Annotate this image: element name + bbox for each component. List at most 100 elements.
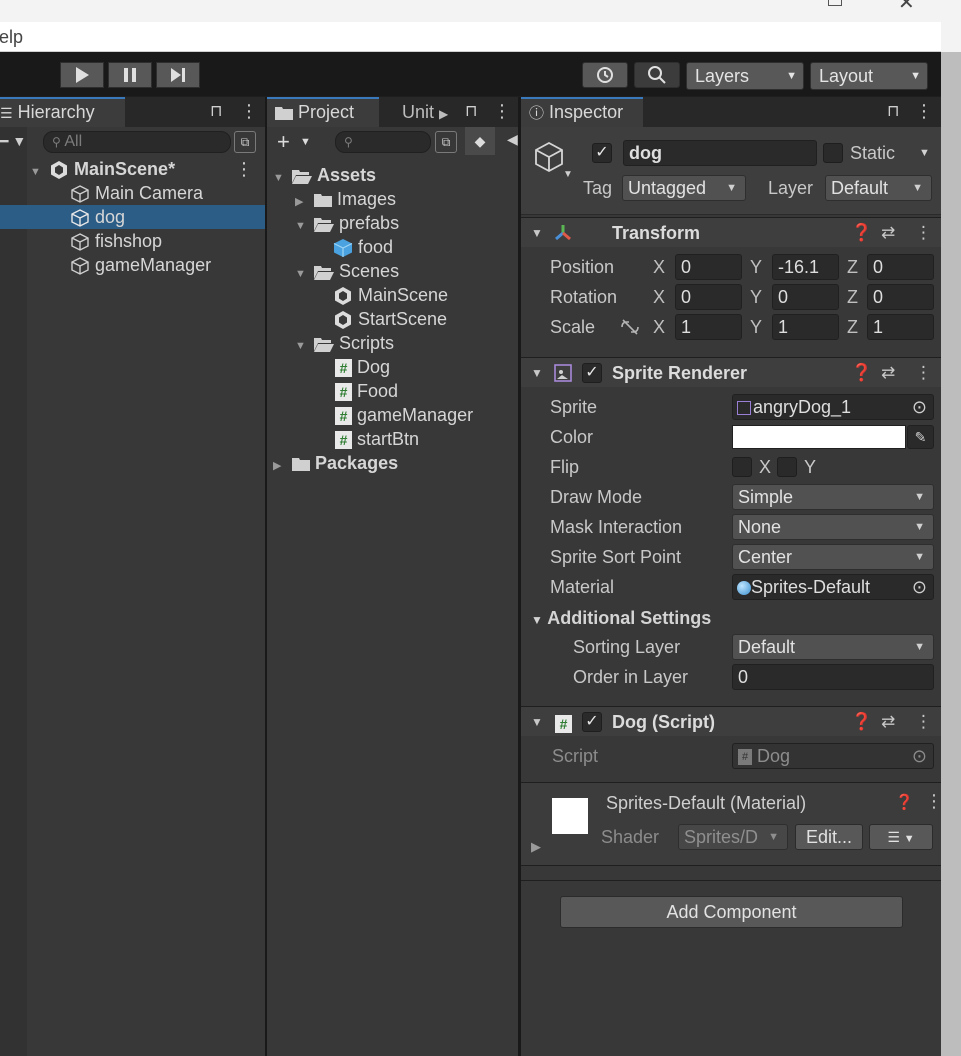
project-folder-assets[interactable]: ▼ Assets xyxy=(273,163,376,187)
expand-triangle-icon[interactable]: ▼ xyxy=(295,334,309,358)
object-picker-icon[interactable]: ⊙ xyxy=(912,575,927,599)
lock-icon[interactable]: ⊓ xyxy=(465,101,477,121)
position-z-field[interactable]: 0 xyxy=(867,254,934,280)
tag-dropdown[interactable]: Untagged ▼ xyxy=(622,175,746,201)
eyedropper-button[interactable]: ✎ xyxy=(907,425,934,449)
scene-row[interactable]: ▼ MainScene* ⋮ xyxy=(30,157,265,181)
more-icon[interactable]: ⋮ xyxy=(915,363,932,383)
scene-more-icon[interactable]: ⋮ xyxy=(235,157,253,181)
fold-triangle-icon[interactable]: ▼ xyxy=(531,223,543,243)
position-x-field[interactable]: 0 xyxy=(675,254,742,280)
hierarchy-item-dog[interactable]: dog xyxy=(0,205,265,229)
chevron-left-icon[interactable]: ◀ xyxy=(507,131,518,148)
dog-script-header[interactable]: ▼ # ✓ Dog (Script) ❓ ⇄ ⋮ xyxy=(521,706,941,736)
sprite-sort-point-dropdown[interactable]: Center ▼ xyxy=(732,544,934,570)
project-folder-images[interactable]: ▶ Images xyxy=(295,187,396,211)
fold-triangle-icon[interactable]: ▼ xyxy=(531,363,543,383)
static-checkbox[interactable] xyxy=(823,143,843,163)
add-component-button[interactable]: Add Component xyxy=(560,896,903,928)
hierarchy-item-main-camera[interactable]: Main Camera xyxy=(0,181,265,205)
pause-button[interactable] xyxy=(108,62,152,88)
layers-dropdown[interactable]: Layers ▼ xyxy=(686,62,804,90)
shader-edit-button[interactable]: Edit... xyxy=(795,824,863,850)
transform-header[interactable]: ▼ Transform ❓ ⇄ ⋮ xyxy=(521,217,941,247)
menu-item-help[interactable]: elp xyxy=(0,22,23,52)
flip-x-checkbox[interactable] xyxy=(732,457,752,477)
project-folder-prefabs[interactable]: ▼ prefabs xyxy=(295,211,399,235)
more-icon[interactable]: ⋮ xyxy=(915,223,932,243)
rotation-x-field[interactable]: 0 xyxy=(675,284,742,310)
project-folder-packages[interactable]: ▶ Packages xyxy=(273,451,398,475)
shader-options-button[interactable]: ☰ ▼ xyxy=(869,824,933,850)
sprite-field[interactable]: angryDog_1 ⊙ xyxy=(732,394,934,420)
object-name-field[interactable]: dog xyxy=(623,140,817,166)
maximize-icon[interactable] xyxy=(828,0,842,6)
mask-interaction-dropdown[interactable]: None ▼ xyxy=(732,514,934,540)
help-icon[interactable]: ❓ xyxy=(851,363,872,383)
hierarchy-item-fishshop[interactable]: fishshop xyxy=(0,229,265,253)
preset-icon[interactable]: ⇄ xyxy=(881,712,895,732)
chevron-down-icon[interactable]: ▼ xyxy=(300,136,311,148)
dog-script-enabled-checkbox[interactable]: ✓ xyxy=(582,712,602,732)
filter-type-button[interactable]: ◆ xyxy=(465,127,495,155)
help-icon[interactable]: ❓ xyxy=(851,223,872,243)
close-icon[interactable]: ✕ xyxy=(898,0,915,15)
sorting-layer-dropdown[interactable]: Default ▼ xyxy=(732,634,934,660)
expand-triangle-icon[interactable]: ▼ xyxy=(295,262,309,286)
more-icon[interactable]: ⋮ xyxy=(925,791,943,812)
color-swatch[interactable] xyxy=(732,425,906,449)
order-in-layer-field[interactable]: 0 xyxy=(732,664,934,690)
scale-y-field[interactable]: 1 xyxy=(772,314,839,340)
project-script-dog[interactable]: # Dog xyxy=(335,355,390,379)
project-script-food[interactable]: # Food xyxy=(335,379,398,403)
step-button[interactable] xyxy=(156,62,200,88)
project-asset-startscene[interactable]: StartScene xyxy=(333,307,447,331)
project-asset-food[interactable]: food xyxy=(333,235,393,259)
flip-y-checkbox[interactable] xyxy=(777,457,797,477)
preset-icon[interactable]: ⇄ xyxy=(881,223,895,243)
material-field[interactable]: Sprites-Default ⊙ xyxy=(732,574,934,600)
more-icon[interactable]: ⋮ xyxy=(493,101,511,122)
project-folder-scripts[interactable]: ▼ Scripts xyxy=(295,331,394,355)
help-icon[interactable]: ❓ xyxy=(851,712,872,732)
history-button[interactable] xyxy=(582,62,628,88)
tab-inspector[interactable]: ⓘ Inspector xyxy=(521,97,643,127)
fold-triangle-icon[interactable]: ▼ xyxy=(531,712,543,732)
project-script-startbtn[interactable]: # startBtn xyxy=(335,427,419,451)
tab-project[interactable]: Project xyxy=(267,97,379,127)
more-icon[interactable]: ⋮ xyxy=(915,101,933,122)
expand-triangle-icon[interactable]: ▼ xyxy=(295,214,309,238)
more-icon[interactable]: ⋮ xyxy=(915,712,932,732)
object-active-checkbox[interactable]: ✓ xyxy=(592,143,612,163)
expand-triangle-icon[interactable]: ▼ xyxy=(273,166,287,190)
search-mode-button[interactable]: ⧉ xyxy=(435,131,457,153)
position-y-field[interactable]: -16.1 xyxy=(772,254,839,280)
preset-icon[interactable]: ⇄ xyxy=(881,363,895,383)
layer-dropdown[interactable]: Default ▼ xyxy=(825,175,932,201)
project-folder-scenes[interactable]: ▼ Scenes xyxy=(295,259,399,283)
tab-unity[interactable]: Unit ▶ xyxy=(394,97,464,127)
play-button[interactable] xyxy=(60,62,104,88)
layout-dropdown[interactable]: Layout ▼ xyxy=(810,62,928,90)
expand-triangle-icon[interactable]: ▶ xyxy=(273,454,287,478)
add-asset-button[interactable]: + xyxy=(277,129,290,155)
project-asset-mainscene[interactable]: MainScene xyxy=(333,283,448,307)
icon-chevron-down-icon[interactable]: ▼ xyxy=(563,169,573,180)
scale-x-field[interactable]: 1 xyxy=(675,314,742,340)
sprite-renderer-header[interactable]: ▼ ✓ Sprite Renderer ❓ ⇄ ⋮ xyxy=(521,357,941,387)
draw-mode-dropdown[interactable]: Simple ▼ xyxy=(732,484,934,510)
shader-dropdown[interactable]: Sprites/D ▼ xyxy=(678,824,788,850)
static-chevron-down-icon[interactable]: ▼ xyxy=(919,147,930,159)
search-button[interactable] xyxy=(634,62,680,88)
hierarchy-item-gamemanager[interactable]: gameManager xyxy=(0,253,265,277)
project-search-input[interactable]: ⚲ xyxy=(335,131,431,153)
lock-icon[interactable]: ⊓ xyxy=(210,101,222,121)
scale-z-field[interactable]: 1 xyxy=(867,314,934,340)
sprite-renderer-enabled-checkbox[interactable]: ✓ xyxy=(582,363,602,383)
unlinked-chain-icon[interactable] xyxy=(620,319,640,335)
rotation-y-field[interactable]: 0 xyxy=(772,284,839,310)
additional-settings-foldout[interactable]: ▼ Additional Settings xyxy=(531,605,711,631)
lock-icon[interactable]: ⊓ xyxy=(887,101,899,121)
fold-triangle-right-icon[interactable]: ▶ xyxy=(531,839,541,855)
more-icon[interactable]: ⋮ xyxy=(240,101,258,122)
